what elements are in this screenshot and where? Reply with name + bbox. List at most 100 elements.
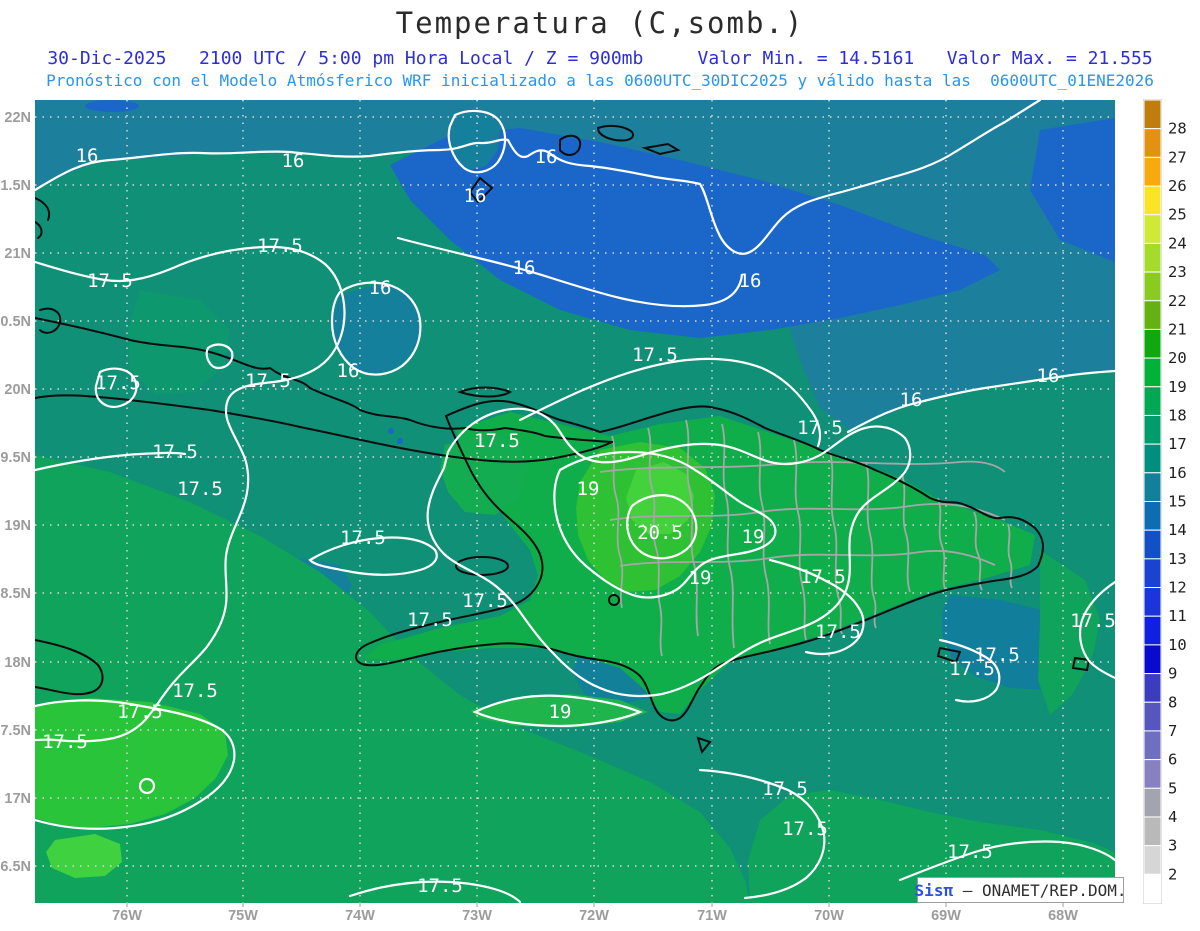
sispi-brand: Sisπ (914, 880, 954, 900)
colorbar-segment (1143, 587, 1162, 617)
colorbar-segment (1143, 529, 1162, 560)
colorbar-segment (1143, 472, 1162, 503)
contour-label: 19 (742, 526, 765, 548)
x-axis-label: 71W (697, 908, 727, 924)
colorbar-segment (1143, 816, 1162, 847)
contour-label: 17.5 (797, 417, 843, 439)
contour-label: 16 (739, 270, 762, 292)
x-axis-label: 68W (1048, 908, 1078, 924)
contour-label: 17.5 (42, 731, 88, 753)
colorbar-label: 6 (1168, 751, 1177, 769)
colorbar-segment (1143, 501, 1162, 531)
contour-label: 16 (337, 360, 360, 382)
colorbar-segment (1143, 271, 1162, 302)
x-axis-label: 74W (345, 908, 375, 924)
x-axis-label: 70W (814, 908, 844, 924)
contour-label: 17.5 (152, 441, 198, 463)
contour-label: 17.5 (949, 658, 995, 680)
y-axis-label: 18N (4, 655, 31, 671)
y-axis-label: 20N (4, 382, 31, 398)
contour-label: 19 (549, 701, 572, 723)
colorbar-label: 20 (1168, 349, 1187, 367)
colorbar-label: 14 (1168, 521, 1187, 539)
contour-label: 17.5 (782, 818, 828, 840)
y-axis-label: 17N (4, 791, 31, 807)
contour-label: 17.5 (257, 235, 303, 257)
contour-label: 16 (464, 185, 487, 207)
y-axis-label: 7.5N (0, 723, 31, 739)
x-axis-label: 76W (112, 908, 142, 924)
y-axis-label: 6.5N (0, 859, 31, 875)
contour-label: 19 (577, 478, 600, 500)
y-axis-label: 19N (4, 518, 31, 534)
contour-label: 17.5 (87, 270, 133, 292)
colorbar-label: 22 (1168, 292, 1187, 310)
contour-label: 16 (282, 150, 305, 172)
y-axis-label: 1.5N (0, 178, 31, 194)
contour-label: 16 (76, 145, 99, 167)
contour-label: 16 (513, 257, 536, 279)
colorbar-segment (1143, 730, 1162, 761)
colorbar-segment (1143, 644, 1162, 675)
colorbar-label: 25 (1168, 206, 1187, 224)
colorbar-label: 27 (1168, 148, 1187, 166)
contour-label: 17.5 (815, 621, 861, 643)
colorbar-segment (1143, 443, 1162, 474)
contour-label: 16 (900, 389, 923, 411)
colorbar-label: 4 (1168, 808, 1177, 826)
colorbar-label: 21 (1168, 320, 1187, 338)
contour-label: 17.5 (762, 778, 808, 800)
x-axis-label: 75W (228, 908, 258, 924)
colorbar-segment (1143, 357, 1162, 388)
colorbar-label: 13 (1168, 550, 1187, 568)
colorbar-label: 17 (1168, 435, 1187, 453)
colorbar-label: 18 (1168, 406, 1187, 424)
colorbar-segment (1143, 328, 1162, 359)
contour-label: 17.5 (95, 372, 141, 394)
colorbar-label: 7 (1168, 722, 1177, 740)
colorbar-segment (1143, 242, 1162, 273)
y-axis-label: 0.5N (0, 314, 31, 330)
colorbar-label: 8 (1168, 693, 1177, 711)
y-axis-label: 9.5N (0, 450, 31, 466)
colorbar-label: 3 (1168, 837, 1177, 855)
colorbar-segment (1143, 185, 1162, 216)
contour-label: 17.5 (245, 370, 291, 392)
contour-label: 17.5 (177, 478, 223, 500)
contour-label: 17.5 (462, 590, 508, 612)
colorbar-segment (1143, 845, 1162, 875)
colorbar-segment (1143, 99, 1162, 130)
contour-label: 17.5 (947, 841, 993, 863)
watermark-text: – ONAMET/REP.DOM. (953, 880, 1127, 900)
contour-label: 17.5 (117, 701, 163, 723)
y-axis-label: 8.5N (0, 586, 31, 602)
sispi-watermark: Sisπ – ONAMET/REP.DOM. (914, 877, 1127, 903)
x-axis-label: 72W (579, 908, 609, 924)
contour-label: 17.5 (172, 680, 218, 702)
colorbar-label: 2 (1168, 865, 1177, 883)
contour-label: 20.5 (637, 522, 683, 544)
colorbar-label: 9 (1168, 665, 1177, 683)
y-axis-label: 22N (4, 110, 31, 126)
colorbar-segment (1143, 615, 1162, 646)
colorbar-segment (1143, 414, 1162, 445)
colorbar-label: 15 (1168, 493, 1187, 511)
colorbar-segment (1143, 558, 1162, 589)
colorbar-segment (1143, 673, 1162, 703)
x-axis-label: 73W (462, 908, 492, 924)
contour-label: 17.5 (340, 527, 386, 549)
contour-label: 17.5 (1070, 610, 1116, 632)
contour-label: 16 (535, 146, 558, 168)
x-axis-label: 69W (931, 908, 961, 924)
colorbar-label: 16 (1168, 464, 1187, 482)
colorbar-label: 11 (1168, 607, 1187, 625)
contour-label: 17.5 (407, 609, 453, 631)
contour-label: 19 (689, 567, 712, 589)
colorbar-label: 10 (1168, 636, 1187, 654)
contour-label: 17.5 (474, 430, 520, 452)
colorbar-segment (1143, 701, 1162, 732)
contour-label: 16 (369, 277, 392, 299)
colorbar-label: 19 (1168, 378, 1187, 396)
contour-label: 16 (1037, 365, 1060, 387)
contour-label: 17.5 (632, 344, 678, 366)
